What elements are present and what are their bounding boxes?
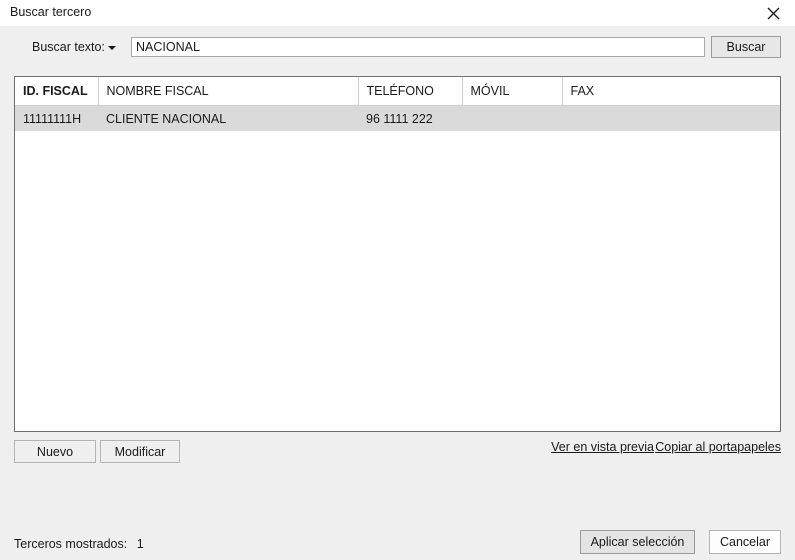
cell-nombre-fiscal: CLIENTE NACIONAL — [98, 105, 358, 131]
results-table: ID. FISCAL NOMBRE FISCAL TELÉFONO MÓVIL … — [15, 77, 780, 131]
search-button[interactable]: Buscar — [711, 36, 781, 58]
preview-link[interactable]: Ver en vista previa — [551, 440, 654, 454]
table-header: ID. FISCAL NOMBRE FISCAL TELÉFONO MÓVIL … — [15, 77, 780, 106]
cell-movil — [462, 105, 562, 131]
table-body: 11111111H CLIENTE NACIONAL 96 1111 222 — [15, 105, 780, 131]
cell-fax — [562, 105, 780, 131]
cancel-button[interactable]: Cancelar — [709, 530, 781, 554]
status-count: 1 — [136, 537, 144, 551]
search-input[interactable] — [131, 37, 705, 57]
table-row[interactable]: 11111111H CLIENTE NACIONAL 96 1111 222 — [15, 105, 780, 131]
status-label: Terceros mostrados: — [14, 537, 128, 551]
search-mode-dropdown-button[interactable] — [107, 44, 117, 52]
new-button[interactable]: Nuevo — [14, 440, 96, 463]
close-button[interactable] — [751, 0, 795, 26]
column-header-id-fiscal[interactable]: ID. FISCAL — [15, 77, 99, 106]
edit-button[interactable]: Modificar — [100, 440, 180, 463]
window-title: Buscar tercero — [10, 5, 92, 19]
table-header-row: ID. FISCAL NOMBRE FISCAL TELÉFONO MÓVIL … — [15, 77, 780, 106]
column-header-telefono[interactable]: TELÉFONO — [358, 77, 463, 106]
cell-telefono: 96 1111 222 — [358, 105, 462, 131]
results-table-container: ID. FISCAL NOMBRE FISCAL TELÉFONO MÓVIL … — [14, 76, 781, 432]
copy-to-clipboard-link[interactable]: Copiar al portapapeles — [655, 440, 781, 454]
column-header-fax[interactable]: FAX — [562, 77, 780, 106]
search-label: Buscar texto: — [32, 40, 105, 54]
chevron-down-icon — [107, 44, 117, 52]
close-icon — [767, 7, 780, 20]
title-bar: Buscar tercero — [0, 0, 795, 26]
status-bar: Terceros mostrados: 1 — [14, 537, 144, 551]
column-header-nombre-fiscal[interactable]: NOMBRE FISCAL — [98, 77, 359, 106]
apply-selection-button[interactable]: Aplicar selección — [580, 530, 695, 554]
cell-id-fiscal: 11111111H — [15, 105, 98, 131]
column-header-movil[interactable]: MÓVIL — [462, 77, 563, 106]
